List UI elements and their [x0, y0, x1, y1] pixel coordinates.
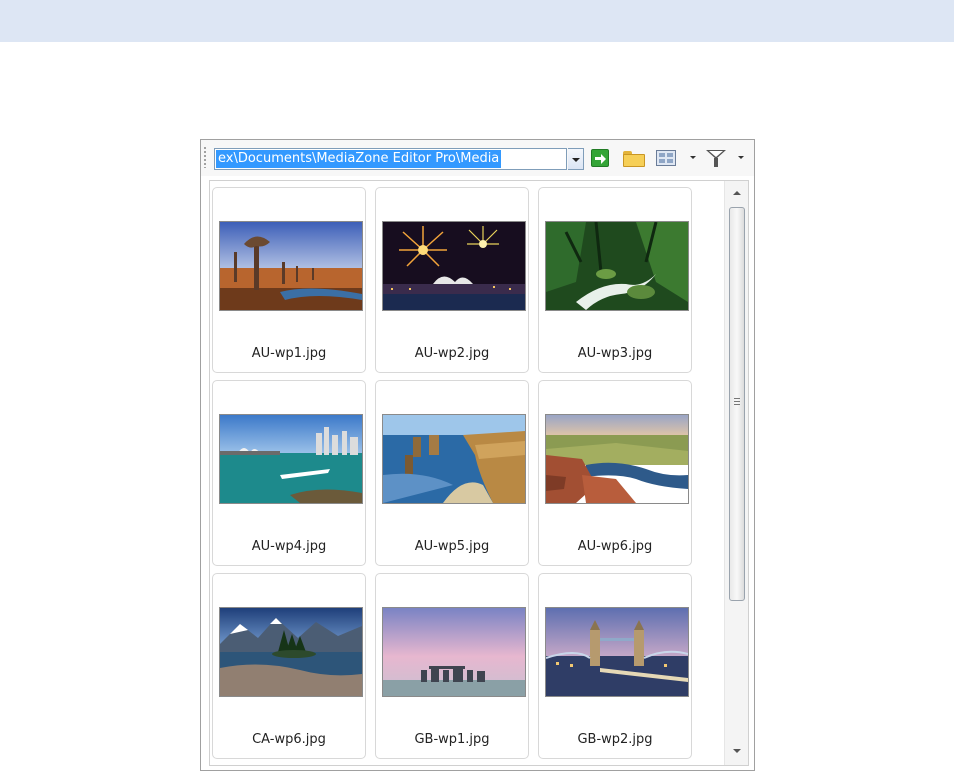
- file-name: AU-wp3.jpg: [577, 346, 653, 361]
- thumbnail-tile[interactable]: GB-wp1.jpg: [375, 573, 529, 759]
- scroll-down-icon[interactable]: [725, 743, 748, 761]
- top-band: [0, 0, 954, 42]
- file-name: AU-wp2.jpg: [414, 346, 490, 361]
- path-dropdown-button[interactable]: [568, 148, 584, 170]
- thumbnail-image: [219, 607, 363, 697]
- view-mode-dropdown-icon[interactable]: [690, 156, 696, 159]
- thumbnail-tile[interactable]: AU-wp6.jpg: [538, 380, 692, 566]
- vertical-scrollbar[interactable]: [724, 181, 748, 765]
- path-combobox[interactable]: ex\Documents\MediaZone Editor Pro\Media: [214, 148, 567, 170]
- thumbnail-image: [219, 221, 363, 311]
- thumbnail-tile[interactable]: AU-wp3.jpg: [538, 187, 692, 373]
- thumbnail-tile[interactable]: AU-wp2.jpg: [375, 187, 529, 373]
- scroll-up-icon[interactable]: [725, 185, 748, 203]
- thumbnail-image: [382, 414, 526, 504]
- thumbnail-image: [545, 221, 689, 311]
- file-name: AU-wp6.jpg: [577, 539, 653, 554]
- filter-icon[interactable]: [706, 150, 726, 168]
- thumbnail-tile[interactable]: AU-wp5.jpg: [375, 380, 529, 566]
- file-name: GB-wp2.jpg: [577, 732, 653, 747]
- thumbnail-image: [382, 607, 526, 697]
- filter-dropdown-icon[interactable]: [738, 156, 744, 159]
- scrollbar-thumb[interactable]: [729, 207, 745, 601]
- toolbar: ex\Documents\MediaZone Editor Pro\Media: [201, 140, 754, 176]
- path-input[interactable]: ex\Documents\MediaZone Editor Pro\Media: [216, 150, 502, 168]
- thumbnail-tile[interactable]: AU-wp1.jpg: [212, 187, 366, 373]
- thumbnail-image: [382, 221, 526, 311]
- thumbnail-tile[interactable]: AU-wp4.jpg: [212, 380, 366, 566]
- toolbar-grip[interactable]: [204, 146, 206, 168]
- file-name: AU-wp1.jpg: [251, 346, 327, 361]
- file-name: CA-wp6.jpg: [252, 732, 326, 747]
- thumbnail-tile[interactable]: CA-wp6.jpg: [212, 573, 366, 759]
- file-name: AU-wp5.jpg: [414, 539, 490, 554]
- view-mode-icon[interactable]: [656, 150, 676, 166]
- thumbnail-image: [219, 414, 363, 504]
- folder-icon[interactable]: [623, 151, 645, 167]
- go-icon[interactable]: [591, 149, 609, 167]
- file-name: AU-wp4.jpg: [251, 539, 327, 554]
- thumbnail-image: [545, 414, 689, 504]
- media-browser-panel: ex\Documents\MediaZone Editor Pro\Media: [200, 139, 755, 771]
- thumbnail-tile[interactable]: GB-wp2.jpg: [538, 573, 692, 759]
- scrollbar-grip-icon: [734, 398, 740, 406]
- thumbnail-image: [545, 607, 689, 697]
- thumbnail-view: AU-wp1.jpg AU-wp2.jpg AU-wp3.jpg AU-wp4.…: [209, 180, 749, 766]
- file-name: GB-wp1.jpg: [414, 732, 490, 747]
